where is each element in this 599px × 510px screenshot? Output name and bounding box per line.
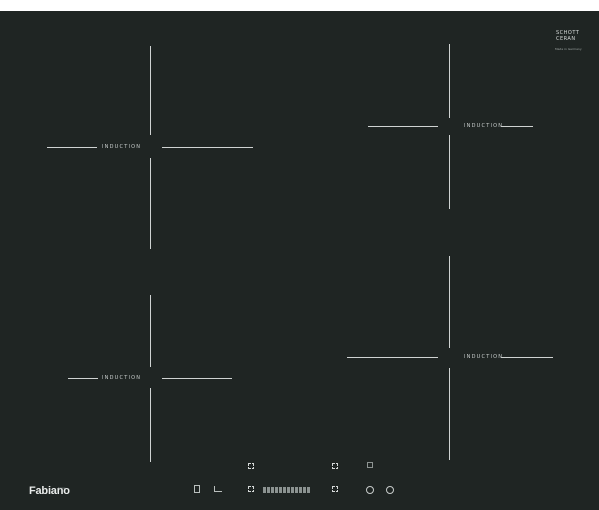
slider-segment	[263, 487, 266, 493]
zone-cross-line	[501, 126, 533, 127]
slider-segment	[275, 487, 278, 493]
slider-segment	[295, 487, 298, 493]
slider-segment	[271, 487, 274, 493]
made-in-label: Made in Germany	[555, 47, 582, 51]
zone-label: INDUCTION	[102, 375, 142, 381]
slider-segment	[303, 487, 306, 493]
zone-cross-line	[162, 147, 253, 148]
zone-selector-icon[interactable]	[332, 463, 338, 469]
slider-segment	[307, 487, 310, 493]
zone-cross-line	[162, 378, 232, 379]
zone-cross-line	[150, 158, 151, 249]
badge-line-2: CERAN	[556, 36, 576, 42]
cooktop-glass-surface	[0, 11, 599, 510]
zone-cross-line	[347, 357, 438, 358]
zone-cross-line	[449, 368, 450, 460]
zone-cross-line	[150, 295, 151, 367]
zone-cross-line	[449, 44, 450, 118]
zone-selector-icon[interactable]	[248, 486, 254, 492]
zone-cross-line	[47, 147, 97, 148]
slider-segment	[291, 487, 294, 493]
slider-segment	[299, 487, 302, 493]
timer-icon[interactable]	[194, 485, 200, 493]
zone-selector-icon[interactable]	[248, 463, 254, 469]
zone-cross-line	[368, 126, 438, 127]
slider-segment	[287, 487, 290, 493]
power-icon[interactable]	[366, 486, 374, 494]
zone-label: INDUCTION	[464, 123, 504, 129]
zone-label: INDUCTION	[464, 354, 504, 360]
zone-cross-line	[150, 388, 151, 462]
lock-icon[interactable]	[214, 486, 222, 492]
zone-label: INDUCTION	[102, 144, 142, 150]
pause-icon[interactable]	[386, 486, 394, 494]
boost-icon[interactable]	[367, 462, 373, 468]
brand-subtitle: home	[58, 486, 66, 490]
slider-segment	[283, 487, 286, 493]
slider-segment	[267, 487, 270, 493]
power-slider[interactable]	[263, 487, 325, 493]
schott-ceran-badge: SCHOTT CERAN	[556, 30, 579, 42]
zone-cross-line	[68, 378, 98, 379]
zone-cross-line	[150, 46, 151, 135]
zone-cross-line	[449, 135, 450, 209]
zone-cross-line	[449, 256, 450, 348]
zone-cross-line	[501, 357, 553, 358]
slider-segment	[279, 487, 282, 493]
zone-selector-icon[interactable]	[332, 486, 338, 492]
